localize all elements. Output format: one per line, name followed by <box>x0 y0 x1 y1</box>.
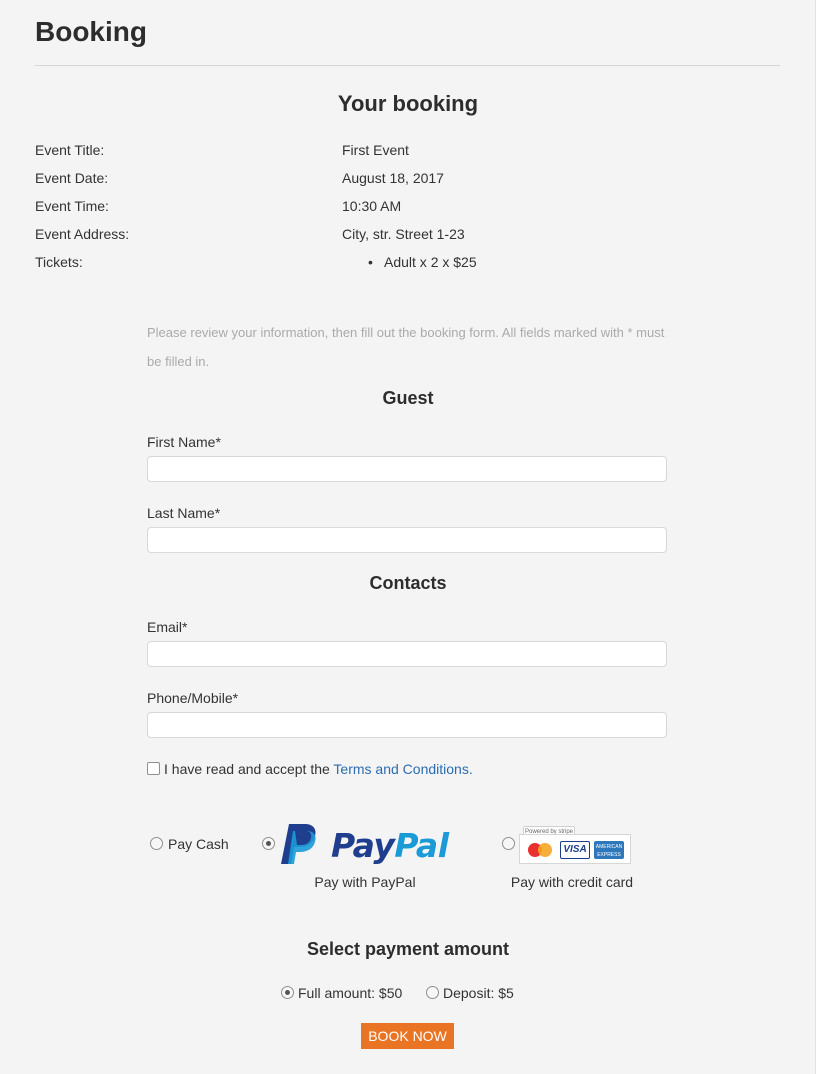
guest-heading: Guest <box>382 388 434 408</box>
event-title-label: Event Title: <box>35 142 105 158</box>
deposit-label[interactable]: Deposit: $5 <box>443 985 514 1001</box>
phone-label: Phone/Mobile* <box>147 690 239 706</box>
page-title: Booking <box>35 16 147 47</box>
email-input[interactable] <box>147 641 667 667</box>
event-address-label: Event Address: <box>35 226 130 242</box>
booking-heading: Your booking <box>337 91 479 116</box>
pay-cash-radio[interactable] <box>150 837 163 850</box>
terms-prefix: I have read and accept the <box>164 761 334 777</box>
credit-cards-logo[interactable]: Powered by stripe VISA AMERICAN EXPRESS <box>519 826 631 864</box>
event-date-label: Event Date: <box>35 170 109 186</box>
card-brands: VISA AMERICAN EXPRESS <box>519 834 631 864</box>
deposit-radio[interactable] <box>426 986 439 999</box>
last-name-label: Last Name* <box>147 505 221 521</box>
contacts-heading: Contacts <box>369 573 447 593</box>
pay-paypal-radio[interactable] <box>262 837 275 850</box>
paypal-logo-text[interactable]: PayPal <box>331 826 449 865</box>
visa-icon: VISA <box>560 841 590 859</box>
ticket-list-item: • Adult x 2 x $25 <box>368 254 477 270</box>
ticket-text: Adult x 2 x $25 <box>384 254 477 270</box>
mastercard-icon <box>526 841 556 859</box>
event-title-value: First Event <box>342 142 409 158</box>
paypal-logo-pal: Pal <box>394 826 449 865</box>
paypal-caption: Pay with PayPal <box>314 874 416 890</box>
first-name-input[interactable] <box>147 456 667 482</box>
first-name-label: First Name* <box>147 434 221 450</box>
full-amount-radio[interactable] <box>281 986 294 999</box>
last-name-input[interactable] <box>147 527 667 553</box>
tickets-label: Tickets: <box>35 254 83 270</box>
paypal-icon[interactable] <box>279 822 319 868</box>
email-label: Email* <box>147 619 188 635</box>
paypal-logo-pay: Pay <box>331 826 395 865</box>
terms-checkbox[interactable] <box>147 762 160 775</box>
card-caption: Pay with credit card <box>510 874 634 890</box>
title-divider <box>35 65 780 66</box>
full-amount-label[interactable]: Full amount: $50 <box>298 985 402 1001</box>
pay-cash-label[interactable]: Pay Cash <box>168 836 229 852</box>
terms-text: I have read and accept the Terms and Con… <box>164 761 473 777</box>
event-time-label: Event Time: <box>35 198 109 214</box>
event-time-value: 10:30 AM <box>342 198 402 214</box>
terms-link[interactable]: Terms and Conditions. <box>333 761 472 777</box>
book-now-button[interactable]: BOOK NOW <box>361 1023 454 1049</box>
amex-icon: AMERICAN EXPRESS <box>594 841 624 859</box>
pay-card-radio[interactable] <box>502 837 515 850</box>
event-date-value: August 18, 2017 <box>342 170 444 186</box>
payment-amount-heading: Select payment amount <box>306 939 510 959</box>
bullet-icon: • <box>368 254 373 270</box>
form-instructions: Please review your information, then fil… <box>147 325 665 369</box>
phone-input[interactable] <box>147 712 667 738</box>
event-address-value: City, str. Street 1-23 <box>342 226 465 242</box>
